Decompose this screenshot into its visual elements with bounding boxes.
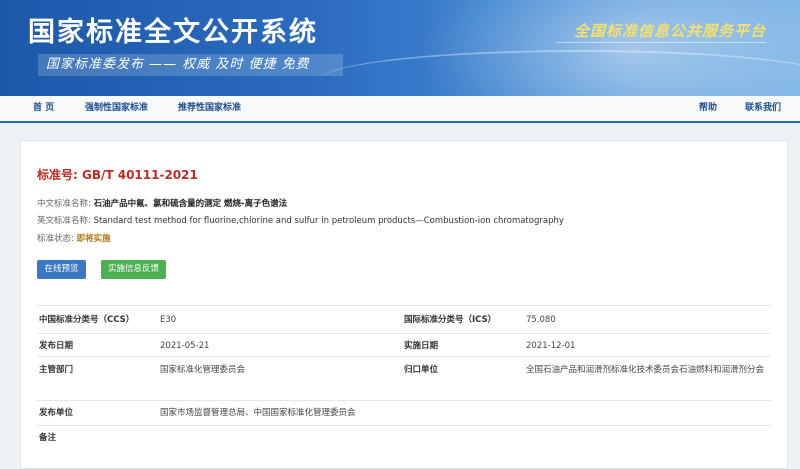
online-preview-button[interactable]: 在线预览 [37,260,86,279]
issuer-label: 发布单位 [39,408,74,418]
cn-name-row: 中文标准名称: 石油产品中氟、氯和硫含量的测定 燃烧-离子色谱法 [37,197,287,209]
status-label: 标准状态: [37,234,74,244]
cn-name-label: 中文标准名称: [37,199,91,209]
implement-date-label: 实施日期 [404,341,439,351]
detail-table: 中国标准分类号（CCS） E30 国际标准分类号（ICS） 75.080 发布日… [37,305,771,450]
publish-date-value: 2021-05-21 [160,341,210,351]
nav-help[interactable]: 帮助 [699,96,717,121]
cn-name-value: 石油产品中氟、氯和硫含量的测定 燃烧-离子色谱法 [93,199,288,209]
ics-label: 国际标准分类号（ICS） [404,315,497,325]
owner-value: 全国石油产品和润滑剂标准化技术委员会石油燃料和润滑剂分会 [526,365,765,375]
remark-label: 备注 [39,433,57,443]
site-title: 国家标准全文公开系统 [28,17,318,48]
platform-logo-text: 全国标准信息公共服务平台 [573,22,766,40]
header-banner: 国家标准全文公开系统 国家标准委发布 —— 权威 及时 便捷 免费 全国标准信息… [0,0,800,96]
ccs-value: E30 [160,315,177,325]
dept-label: 主管部门 [39,365,74,375]
issuer-value: 国家市场监督管理总局、中国国家标准化管理委员会 [160,408,356,418]
site-slogan: 国家标准委发布 —— 权威 及时 便捷 免费 [38,54,343,76]
main-nav: 首 页 强制性国家标准 推荐性国家标准 帮助 联系我们 [0,96,800,123]
dept-value: 国家标准化管理委员会 [160,365,246,375]
table-row: 中国标准分类号（CCS） E30 国际标准分类号（ICS） 75.080 [37,306,771,334]
implement-date-value: 2021-12-01 [526,341,576,351]
banner-wave [320,50,800,96]
status-row: 标准状态: 即将实施 [37,232,111,244]
nav-contact-us[interactable]: 联系我们 [745,96,781,121]
standard-detail-panel: 标准号: GB/T 40111-2021 中文标准名称: 石油产品中氟、氯和硫含… [20,140,788,469]
status-value: 即将实施 [76,234,111,244]
standard-number: 标准号: GB/T 40111-2021 [37,168,198,182]
table-row: 备注 [37,426,771,450]
nav-home[interactable]: 首 页 [33,96,54,121]
table-row: 发布日期 2021-05-21 实施日期 2021-12-01 [37,334,771,357]
ccs-label: 中国标准分类号（CCS） [39,315,135,325]
table-row: 发布单位 国家市场监督管理总局、中国国家标准化管理委员会 [37,401,771,426]
en-name-value: Standard test method for fluorine,chlori… [93,216,564,226]
en-name-row: 英文标准名称: Standard test method for fluorin… [37,214,564,226]
owner-label: 归口单位 [404,365,439,375]
nav-mandatory-standards[interactable]: 强制性国家标准 [85,96,148,121]
en-name-label: 英文标准名称: [37,216,91,226]
table-row: 主管部门 国家标准化管理委员会 归口单位 全国石油产品和润滑剂标准化技术委员会石… [37,357,771,401]
publish-date-label: 发布日期 [39,341,74,351]
ics-value: 75.080 [526,315,556,325]
implementation-feedback-button[interactable]: 实施信息反馈 [101,260,166,279]
nav-recommended-standards[interactable]: 推荐性国家标准 [178,96,241,121]
logo-underline [556,42,766,43]
